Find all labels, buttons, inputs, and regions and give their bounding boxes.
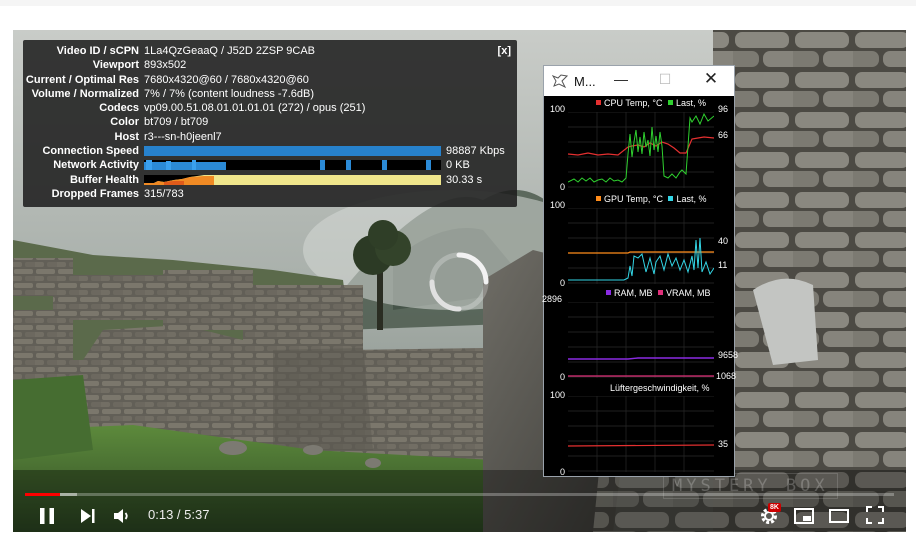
stats-row: Volume / Normalized 7% / 7% (content loud… [23, 87, 517, 101]
fan-label: Lüftergeschwindigkeit, % [610, 383, 710, 393]
pause-icon[interactable] [39, 507, 55, 525]
stats-value: 315/783 [144, 187, 184, 200]
app-icon [552, 74, 568, 88]
stats-value: r3---sn-h0jeenl7 [144, 130, 222, 143]
stats-value: 893x502 [144, 59, 187, 72]
network-activity-value: 0 KB [446, 159, 470, 172]
cpu-plot [568, 112, 714, 188]
gpu-load-label: Last, % [676, 194, 707, 204]
stats-for-nerds-panel: [x] Video ID / sCPN 1La4QzGeaaQ / J52D 2Z… [23, 40, 517, 207]
network-activity-row: Network Activity 0 KB [23, 158, 517, 172]
cpu-graph: 100 0 CPU Temp, °C Last, % 96 66 [548, 98, 732, 192]
maximize-icon[interactable]: ☐ [652, 71, 678, 88]
fan-value: 35 [718, 439, 729, 449]
stats-row: Video ID / sCPN 1La4QzGeaaQ / J52D 2ZSP 9… [23, 44, 517, 58]
cpu-axis-top: 100 [550, 104, 566, 114]
stats-row: Color bt709 / bt709 [23, 115, 517, 129]
stats-key: Connection Speed [42, 145, 139, 158]
stats-key: Dropped Frames [51, 187, 139, 200]
buffer-health-value: 30.33 s [446, 173, 483, 186]
memory-graph: 2896 0 RAM, MB VRAM, MB 9658 1068 [542, 288, 738, 382]
mem-axis-top: 2896 [542, 294, 563, 304]
stats-value: vp09.00.51.08.01.01.01.01 (272) / opus (… [144, 102, 366, 115]
page-top-strip [0, 0, 916, 6]
gpu-temp-label: GPU Temp, °C [604, 194, 663, 204]
fan-axis-bottom: 0 [560, 467, 566, 477]
progress-track[interactable] [25, 493, 894, 496]
buffer-health-row: Buffer Health 30.33 s [23, 173, 517, 187]
gpu-axis-bottom: 0 [560, 278, 566, 288]
minimize-icon[interactable]: — [608, 71, 634, 87]
stats-key: Volume / Normalized [31, 87, 139, 100]
stats-close-button[interactable]: [x] [498, 44, 511, 58]
mem-legend: RAM, MB VRAM, MB [606, 288, 711, 298]
quality-badge: 8K [768, 503, 781, 512]
gpu-value-a: 40 [718, 236, 729, 246]
stats-row: Host r3---sn-h0jeenl7 [23, 130, 517, 144]
time-display: 0:13 / 5:37 [148, 507, 210, 522]
close-icon[interactable]: ✕ [698, 69, 724, 89]
fan-graph: 100 0 Lüftergeschwindigkeit, % 35 [548, 382, 732, 477]
settings-button[interactable]: 8K [759, 503, 781, 526]
stats-key: Host [114, 130, 139, 143]
stats-key: Network Activity [53, 159, 139, 172]
cpu-value-b: 66 [718, 130, 729, 140]
memory-plot [568, 302, 714, 378]
ram-label: RAM, MB [614, 288, 653, 298]
mem-axis-bottom: 0 [560, 372, 566, 382]
cpu-value-a: 96 [718, 104, 729, 114]
miniplayer-icon[interactable] [794, 508, 814, 524]
stats-key: Buffer Health [69, 173, 139, 186]
buffer-health-bar [144, 174, 441, 185]
stats-key: Current / Optimal Res [25, 73, 139, 86]
player-controls: 0:13 / 5:37 8K [13, 500, 906, 532]
fan-plot [568, 396, 714, 472]
dropped-frames-row: Dropped Frames 315/783 [23, 187, 517, 201]
connection-speed-value: 98887 Kbps [446, 145, 505, 158]
stats-key: Codecs [99, 102, 139, 115]
progress-played[interactable] [25, 493, 60, 496]
system-monitor-window[interactable]: M... — ☐ ✕ 100 0 CPU Temp, °C Last, % 96… [542, 65, 738, 477]
stats-value: 7% / 7% (content loudness -7.6dB) [144, 87, 314, 100]
next-icon[interactable] [80, 508, 96, 524]
ram-value: 9658 [718, 350, 739, 360]
theater-icon[interactable] [829, 509, 849, 523]
volume-icon[interactable] [113, 507, 131, 525]
stats-key: Viewport [92, 59, 139, 72]
network-activity-bar [144, 160, 441, 171]
vram-value: 1068 [716, 371, 737, 381]
loading-spinner-icon [429, 252, 489, 312]
stats-value: 7680x4320@60 / 7680x4320@60 [144, 73, 309, 86]
gpu-plot [568, 208, 714, 284]
vram-label: VRAM, MB [666, 288, 711, 298]
fullscreen-icon[interactable] [866, 506, 884, 524]
cpu-axis-bottom: 0 [560, 182, 566, 192]
cpu-load-label: Last, % [675, 98, 706, 108]
monitor-titlebar[interactable]: M... — ☐ ✕ [544, 66, 734, 96]
stats-row: Viewport 893x502 [23, 58, 517, 72]
video-player[interactable]: MYSTERY BOX [x] Video ID / sCPN 1La4QzGea… [13, 30, 906, 532]
gpu-axis-top: 100 [550, 200, 566, 210]
stats-value: 1La4QzGeaaQ / J52D 2ZSP 9CAB [144, 45, 315, 57]
cpu-temp-label: CPU Temp, °C [604, 98, 663, 108]
stats-row: Codecs vp09.00.51.08.01.01.01.01 (272) / … [23, 101, 517, 115]
fan-axis-top: 100 [550, 390, 566, 400]
connection-speed-row: Connection Speed 98887 Kbps [23, 144, 517, 158]
monitor-title: M... [574, 74, 596, 89]
cpu-legend: CPU Temp, °C Last, % [596, 98, 706, 108]
stats-key: Video ID / sCPN [56, 45, 139, 57]
stats-value: bt709 / bt709 [144, 116, 209, 129]
gpu-legend: GPU Temp, °C Last, % [596, 194, 706, 204]
stats-key: Color [110, 116, 139, 129]
stats-row: Current / Optimal Res 7680x4320@60 / 7680… [23, 73, 517, 87]
gpu-value-b: 11 [718, 260, 728, 270]
gpu-graph: 100 0 GPU Temp, °C Last, % 40 11 [548, 194, 732, 288]
connection-speed-bar [144, 146, 441, 157]
